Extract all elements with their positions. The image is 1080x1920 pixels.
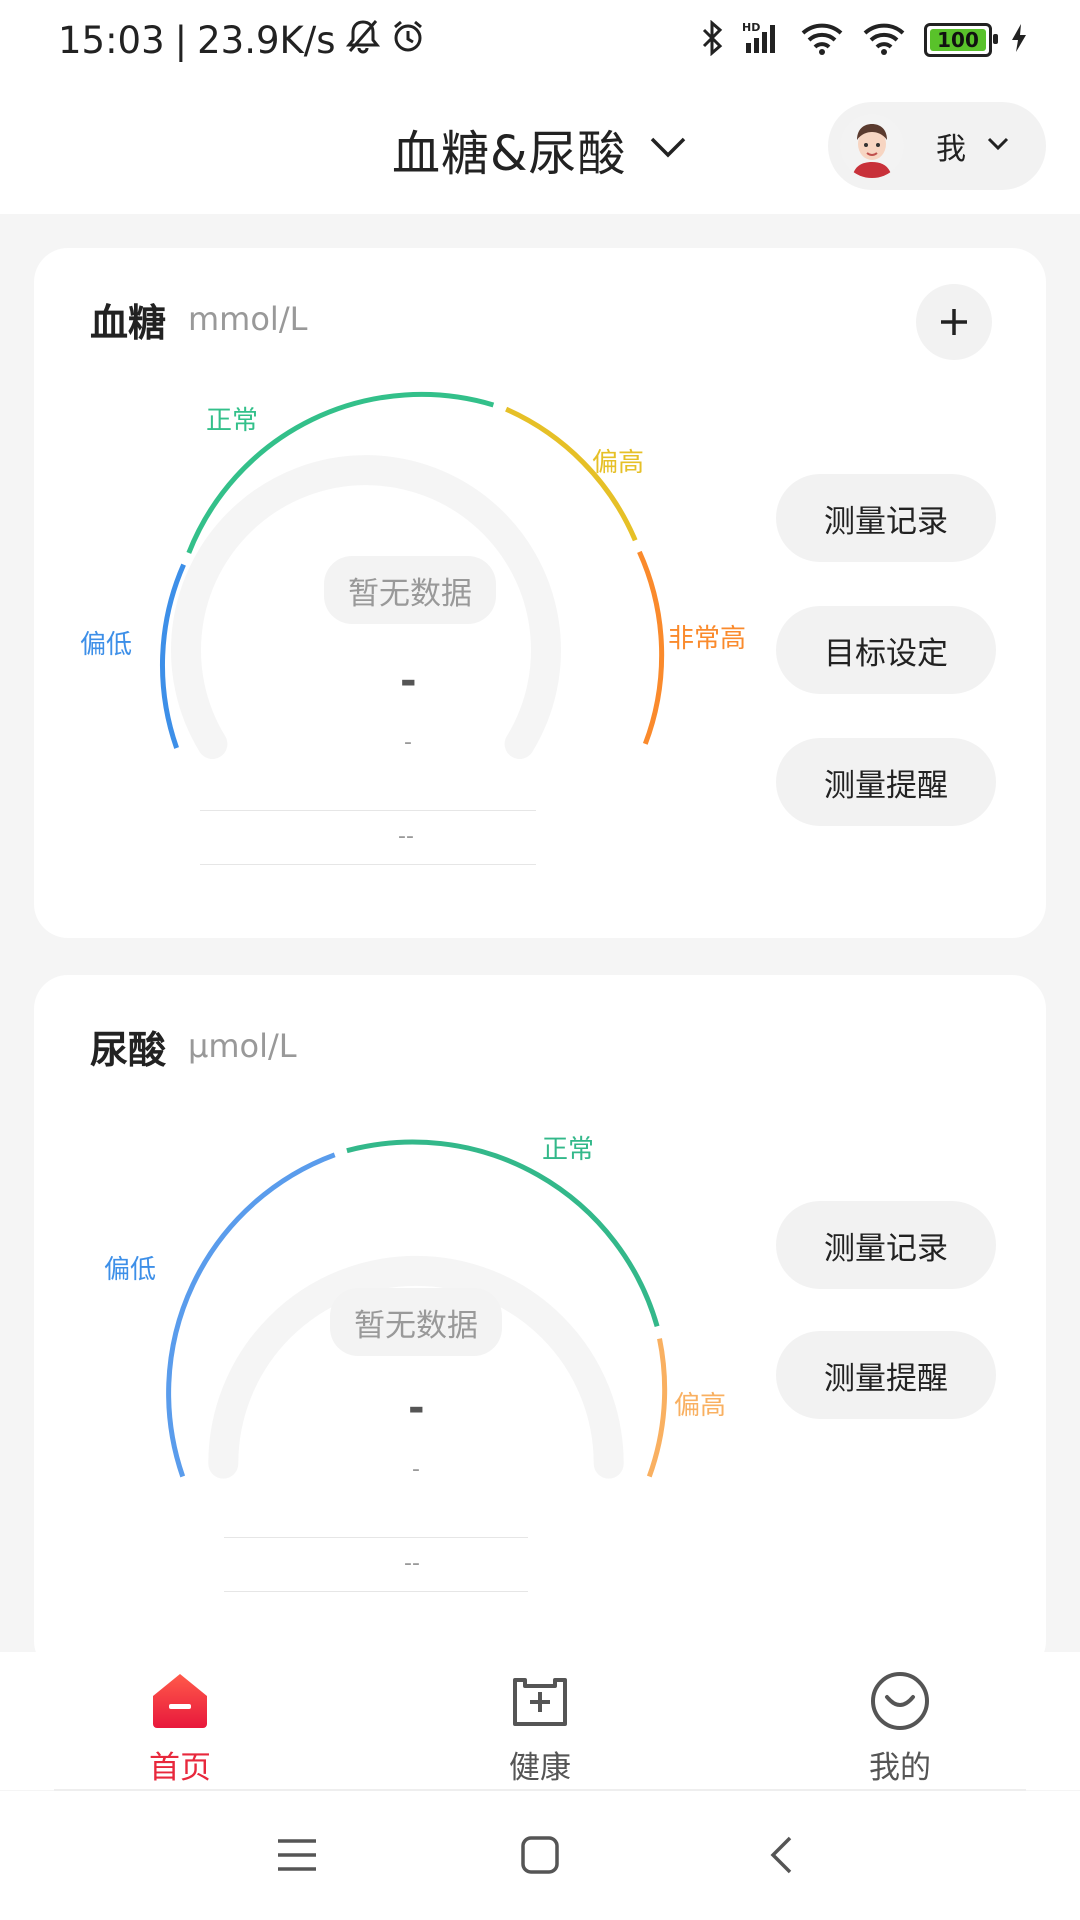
divider [224, 1537, 528, 1538]
back-icon[interactable] [768, 1835, 794, 1879]
smile-icon [869, 1670, 931, 1736]
uric-card: 尿酸 μmol/L 偏低 正常 偏高 暂无数据 - - -- 测量记录 测量提醒 [34, 975, 1046, 1675]
uric-footer: -- [404, 1551, 420, 1576]
zone-normal-label: 正常 [206, 406, 259, 436]
divider [200, 810, 536, 811]
home-square-icon[interactable] [520, 1835, 560, 1879]
records-button[interactable]: 测量记录 [776, 1201, 996, 1289]
svg-text:HD: HD [742, 21, 760, 34]
gauge-high-arc [646, 1338, 668, 1478]
nav-mine[interactable]: 我的 [800, 1670, 1000, 1787]
zone-high-label: 偏高 [674, 1391, 727, 1421]
wifi-icon [800, 21, 844, 59]
chevron-down-icon [648, 135, 688, 163]
glucose-gauge [160, 391, 665, 759]
zone-normal-label: 正常 [542, 1135, 595, 1165]
uric-value: - [408, 1385, 425, 1431]
user-switcher[interactable]: 我 [828, 102, 1046, 190]
gauge-very-high-arc [637, 550, 665, 745]
status-separator: | [174, 19, 188, 62]
page-title: 血糖&尿酸 [392, 126, 627, 182]
uric-gauge [166, 1139, 668, 1479]
glucose-footer: -- [398, 824, 414, 849]
nav-health-label: 健康 [509, 1750, 571, 1786]
nav-home-label: 首页 [149, 1750, 211, 1786]
home-icon [149, 1670, 211, 1736]
bottom-nav: 首页 健康 我的 [0, 1652, 1080, 1790]
chevron-down-icon [986, 136, 1010, 156]
glucose-value: - [400, 658, 417, 704]
zone-very-high-label: 非常高 [668, 624, 747, 654]
glucose-card: 血糖 mmol/L 偏低 正常 偏高 非常高 暂无数据 - - -- 测量记录 … [34, 248, 1046, 938]
reminder-button[interactable]: 测量提醒 [776, 1331, 996, 1419]
no-data-badge: 暂无数据 [324, 556, 496, 624]
battery-icon: 100 [924, 23, 998, 57]
bell-off-icon [345, 18, 380, 63]
user-name: 我 [936, 132, 966, 167]
nav-health[interactable]: 健康 [440, 1670, 640, 1787]
app-header: 血糖&尿酸 我 [0, 86, 1080, 214]
no-data-badge: 暂无数据 [330, 1288, 502, 1356]
bluetooth-icon [700, 19, 724, 60]
glucose-sub: - [404, 730, 412, 755]
status-net-speed: 23.9K/s [197, 19, 336, 62]
reminder-button[interactable]: 测量提醒 [776, 738, 996, 826]
status-right: HD 100 [700, 19, 1028, 60]
battery-level: 100 [937, 28, 979, 52]
zone-low-label: 偏低 [104, 1255, 157, 1285]
uric-sub: - [412, 1457, 420, 1482]
divider [200, 864, 536, 865]
zone-low-label: 偏低 [80, 630, 133, 660]
signal-hd-icon: HD [742, 21, 782, 59]
records-button[interactable]: 测量记录 [776, 474, 996, 562]
alarm-icon [390, 18, 426, 63]
charging-icon [1010, 22, 1028, 58]
system-nav-bar [0, 1791, 1080, 1920]
target-button[interactable]: 目标设定 [776, 606, 996, 694]
wifi-icon [862, 21, 906, 59]
divider [224, 1591, 528, 1592]
avatar [840, 114, 904, 178]
zone-high-label: 偏高 [592, 448, 645, 478]
nav-mine-label: 我的 [869, 1750, 931, 1786]
health-icon [509, 1670, 571, 1736]
nav-home[interactable]: 首页 [80, 1670, 280, 1787]
menu-icon[interactable] [276, 1837, 318, 1877]
title-dropdown[interactable]: 血糖&尿酸 [392, 114, 688, 184]
status-time: 15:03 [58, 19, 165, 62]
status-bar: 15:03 | 23.9K/s HD 100 [0, 0, 1080, 86]
status-left: 15:03 | 23.9K/s [58, 18, 426, 63]
